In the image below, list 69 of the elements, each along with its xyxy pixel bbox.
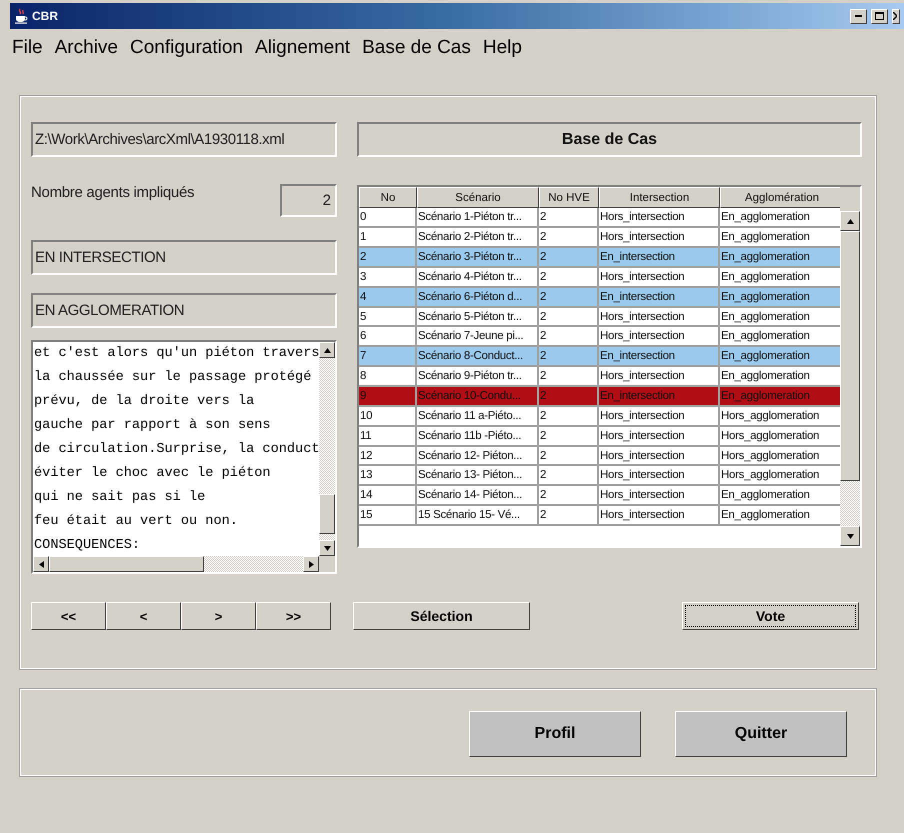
agents-field[interactable]: 2 <box>280 184 337 217</box>
vertical-scrollbar[interactable] <box>840 211 860 546</box>
description-line: prévu, de la droite vers la <box>34 393 256 411</box>
table-row[interactable]: 11 Scénario 11b -Piéto... 2 Hors_intersection Hors_agglomeration <box>359 426 840 447</box>
table-row[interactable]: 13 Scénario 13- Piéton... 2 Hors_intersection Hors_agglomeration <box>359 466 840 486</box>
description-line: la chaussée sur le passage protégé <box>34 369 312 387</box>
scroll-thumb[interactable] <box>840 231 860 481</box>
table-row[interactable]: 8 Scénario 9-Piéton tr... 2 Hors_intersection En_agglomeration <box>359 367 840 388</box>
table-row[interactable]: 2 Scénario 3-Piéton tr... 2 En_intersection En_agglomeration <box>359 248 840 268</box>
agents-label: Nombre agents impliqués <box>31 184 194 201</box>
up-arrow-icon <box>846 218 854 224</box>
close-button[interactable] <box>892 8 900 24</box>
navigation-button[interactable]: < <box>106 602 181 630</box>
scrollbar-corner <box>319 556 335 572</box>
menu-item[interactable]: Configuration <box>130 37 244 69</box>
horizontal-scrollbar[interactable] <box>33 556 319 572</box>
maximize-icon <box>875 12 884 20</box>
down-arrow-icon <box>846 534 854 538</box>
table-row[interactable]: 7 Scénario 8-Conduct... 2 En_intersection En_agglomeration <box>359 347 840 368</box>
column-header[interactable]: No HVE <box>539 187 599 208</box>
navigation-button[interactable]: > <box>181 602 256 630</box>
intersection-field[interactable]: EN INTERSECTION <box>31 240 337 275</box>
description-line: éviter le choc avec le piéton <box>34 465 272 483</box>
quit-button[interactable]: Quitter <box>675 711 847 757</box>
description-line: de circulation.Surprise, la conduct <box>34 441 319 459</box>
menu-item[interactable]: Alignement <box>255 37 350 69</box>
selection-button[interactable]: Sélection <box>353 602 530 630</box>
table-row[interactable]: 3 Scénario 4-Piéton tr... 2 Hors_intersection En_agglomeration <box>359 268 840 288</box>
navigation-button[interactable]: << <box>31 602 106 630</box>
description-line: qui ne sait pas si le <box>34 489 206 507</box>
table-row[interactable]: 1 Scénario 2-Piéton tr... 2 Hors_intersection En_agglomeration <box>359 228 840 248</box>
menu-item[interactable]: Help <box>482 37 522 69</box>
navigation-button[interactable]: >> <box>256 602 331 630</box>
scroll-thumb[interactable] <box>49 556 204 572</box>
table-row[interactable]: 10 Scénario 11 a-Piéto... 2 Hors_intersection Hors_agglomeration <box>359 406 840 427</box>
up-arrow-icon <box>324 348 330 352</box>
window-title: CBR <box>32 9 59 23</box>
down-arrow-icon <box>324 546 330 550</box>
table-row[interactable]: 12 Scénario 12- Piéton... 2 Hors_intersection Hors_agglomeration <box>359 446 840 466</box>
coffee-cup-icon <box>14 8 28 24</box>
minimize-button[interactable] <box>850 8 867 24</box>
description-line: gauche par rapport à son sens <box>34 417 272 435</box>
right-arrow-icon <box>308 560 314 568</box>
vote-button[interactable]: Vote <box>682 602 859 630</box>
profile-button[interactable]: Profil <box>469 711 641 757</box>
table-row[interactable]: 0 Scénario 1-Piéton tr... 2 Hors_intersection En_agglomeration <box>359 208 840 228</box>
menu-item[interactable]: File <box>12 37 43 69</box>
table-row[interactable]: 14 Scénario 14- Piéton... 2 Hors_intersection En_agglomeration <box>359 486 840 506</box>
description-line: feu était au vert ou non. <box>34 513 239 531</box>
menu-item[interactable]: Base de Cas <box>362 37 471 69</box>
column-header[interactable]: Scénario <box>417 187 539 208</box>
minimize-icon <box>855 15 862 17</box>
case-base-title: Base de Cas <box>357 122 862 157</box>
maximize-button[interactable] <box>871 8 888 24</box>
vertical-scrollbar[interactable] <box>319 342 335 556</box>
column-header[interactable]: Intersection <box>599 187 720 208</box>
column-header[interactable]: No <box>359 187 417 208</box>
file-path-field[interactable]: Z:\Work\Archives\arcXml\A1930118.xml <box>31 122 337 157</box>
description-line: et c'est alors qu'un piéton travers <box>34 345 319 363</box>
column-header[interactable]: Agglomération <box>720 187 840 208</box>
agglomeration-field[interactable]: EN AGGLOMERATION <box>31 293 337 328</box>
table-row[interactable]: 4 Scénario 6-Piéton d... 2 En_intersection En_agglomeration <box>359 288 840 308</box>
menu-item[interactable]: Archive <box>54 37 118 69</box>
table-row[interactable]: 6 Scénario 7-Jeune pi... 2 Hors_intersection En_agglomeration <box>359 327 840 348</box>
description-line: CONSEQUENCES: <box>34 537 142 555</box>
scroll-thumb[interactable] <box>319 494 335 534</box>
left-arrow-icon <box>38 560 44 568</box>
table-row[interactable]: 5 Scénario 5-Piéton tr... 2 Hors_intersection En_agglomeration <box>359 308 840 328</box>
table-row[interactable]: 15 15 Scénario 15- Vé... 2 Hors_intersection En_agglomeration <box>359 506 840 526</box>
